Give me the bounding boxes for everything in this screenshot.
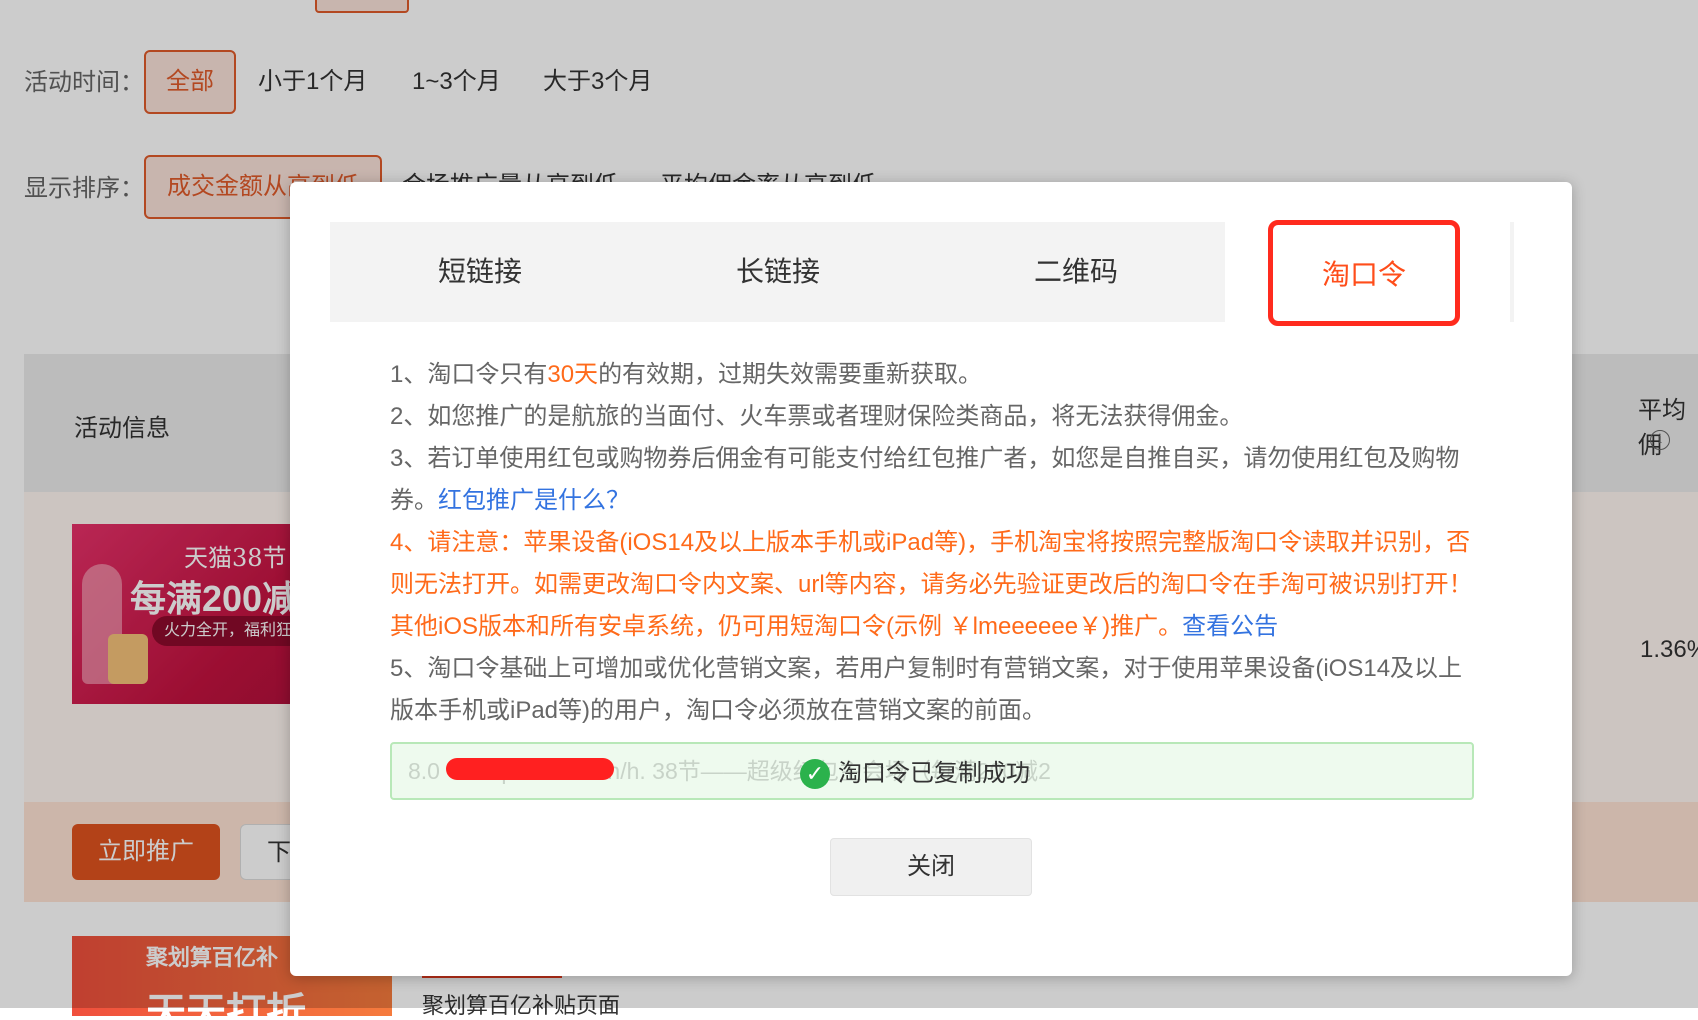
copy-success-toast: ✓ 淘口令已复制成功 [800, 750, 1030, 790]
tab-short-link[interactable]: 短链接 [330, 222, 630, 322]
share-link-dialog: 短链接 长链接 二维码 淘口令 1、淘口令只有30天的有效期，过期失效需要重新获… [290, 182, 1572, 976]
check-circle-icon: ✓ [800, 759, 830, 789]
tab-qr-code[interactable]: 二维码 [926, 222, 1226, 322]
note-2: 2、如您推广的是航旅的当面付、火车票或者理财保险类商品，将无法获得佣金。 [390, 403, 1244, 430]
close-button[interactable]: 关闭 [830, 838, 1032, 896]
tab-taokouling[interactable]: 淘口令 [1268, 220, 1460, 326]
usage-notes: 1、淘口令只有30天的有效期，过期失效需要重新获取。 2、如您推广的是航旅的当面… [390, 354, 1480, 732]
note-5: 5、淘口令基础上可增加或优化营销文案，若用户复制时有营销文案，对于使用苹果设备(… [390, 655, 1463, 724]
note-1: 1、淘口令只有30天的有效期，过期失效需要重新获取。 [390, 361, 983, 388]
note-4: 4、请注意：苹果设备(iOS14及以上版本手机或iPad等)，手机淘宝将按照完整… [390, 529, 1473, 640]
redaction-mark [446, 758, 614, 780]
link-type-tabs: 短链接 长链接 二维码 淘口令 [330, 220, 1530, 326]
toast-message: 淘口令已复制成功 [838, 759, 1030, 787]
view-announcement-link[interactable]: 查看公告 [1182, 613, 1278, 640]
note-3: 3、若订单使用红包或购物券后佣金有可能支付给红包推广者，如您是自推自买，请勿使用… [390, 445, 1460, 514]
tab-long-link[interactable]: 长链接 [628, 222, 928, 322]
tab-bar-edge [1510, 222, 1514, 322]
red-packet-help-link[interactable]: 红包推广是什么？ [438, 487, 630, 514]
